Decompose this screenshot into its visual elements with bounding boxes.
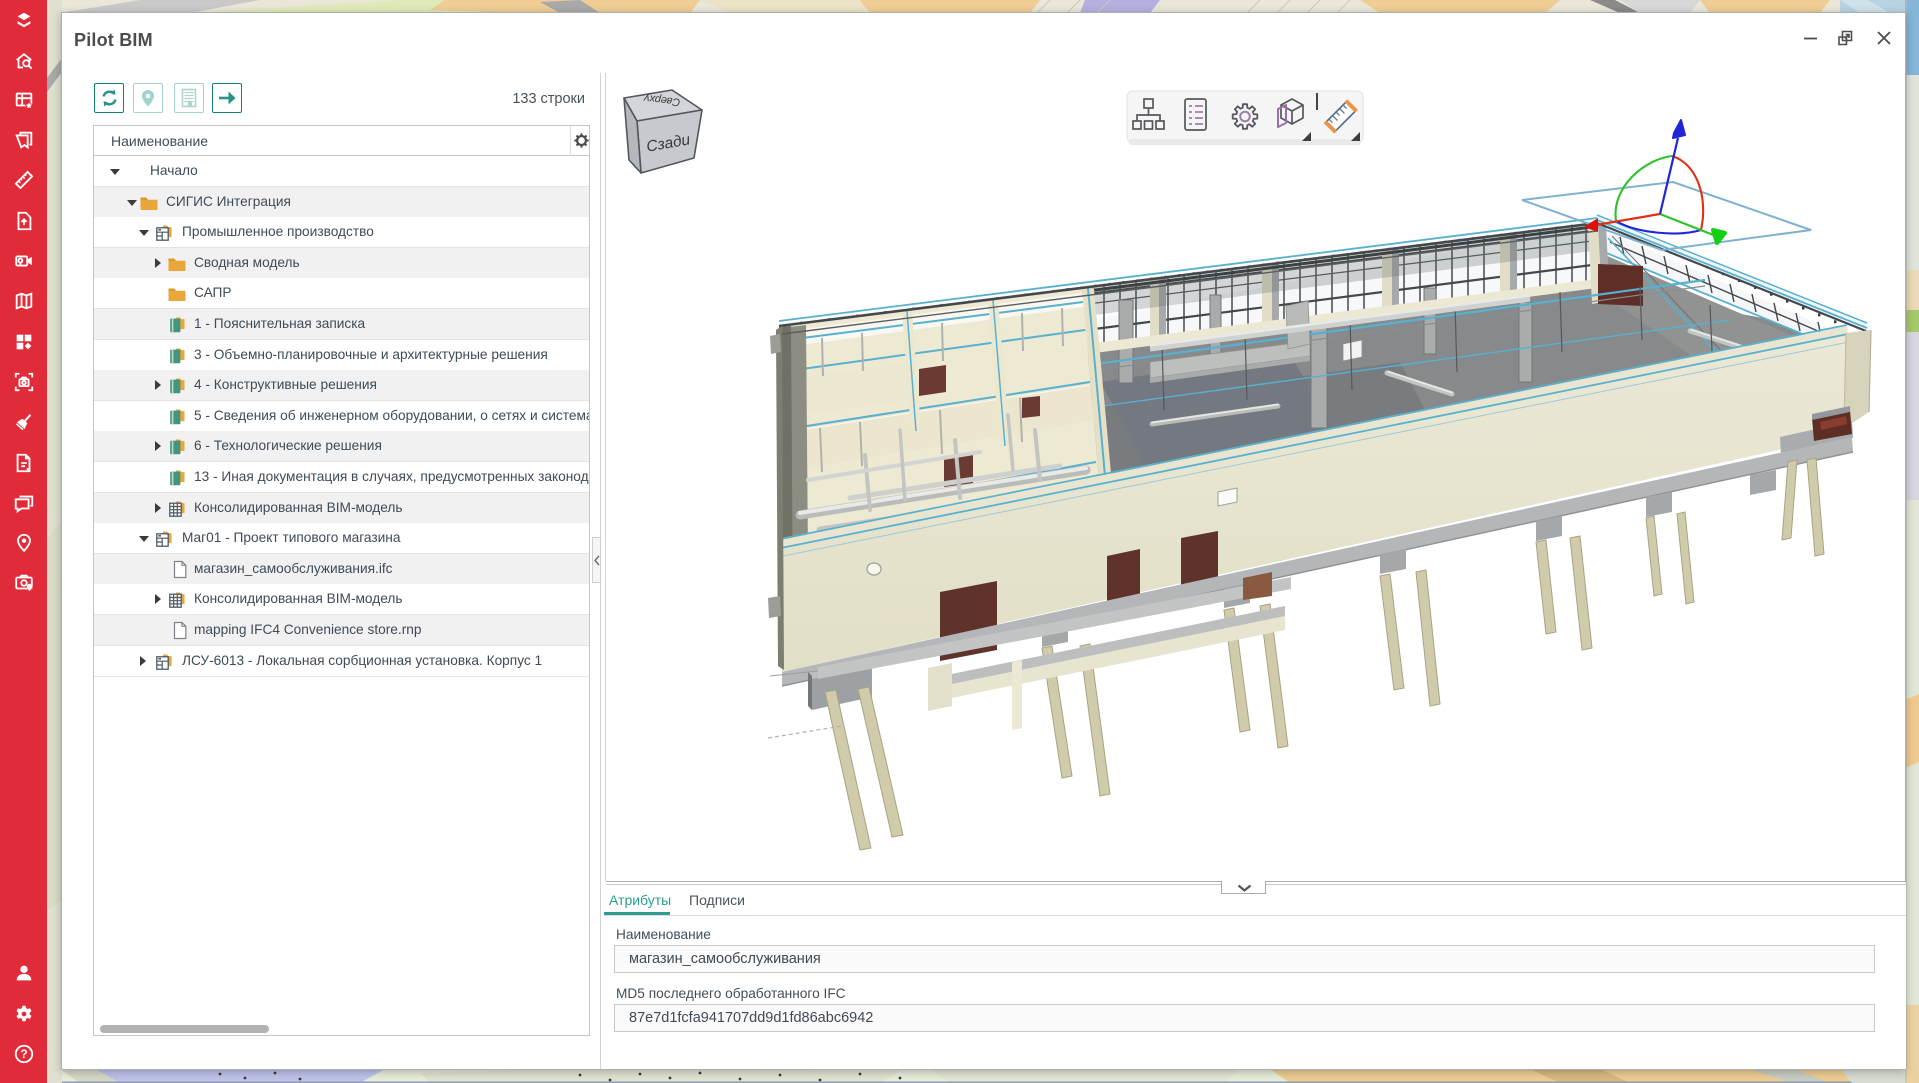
svg-text:?: ? [20,1047,27,1061]
